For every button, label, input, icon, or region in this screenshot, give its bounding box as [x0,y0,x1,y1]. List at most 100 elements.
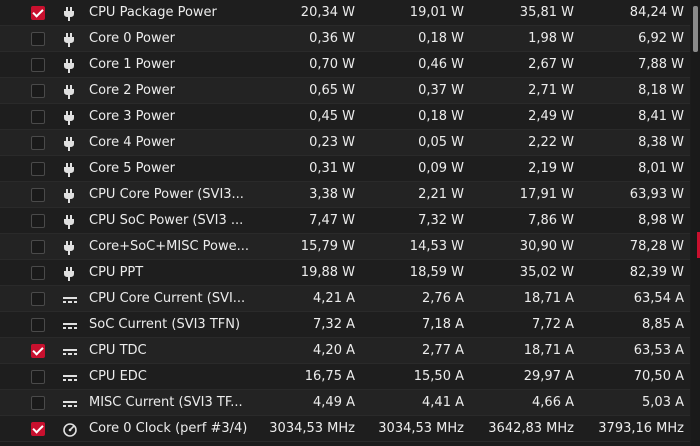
sensor-row[interactable]: Core 5 Power 0,31 W 0,09 W 2,19 W 8,01 W [0,156,690,182]
sensor-label: CPU TDC [89,343,147,358]
row-checkbox[interactable] [31,370,45,384]
sensor-table: CPU Package Power 20,34 W 19,01 W 35,81 W 84… [0,0,690,446]
sensor-label: Core 2 Power [89,83,175,98]
sensor-row[interactable]: CPU Core Power (SVI3... 3,38 W 2,21 W 17,91… [0,182,690,208]
sensor-label: SoC Current (SVI3 TFN) [89,317,241,332]
dc-current-icon [62,344,78,358]
current-value: 0,31 W [309,161,355,176]
power-plug-icon [62,266,78,281]
sensor-label: CPU Core Power (SVI3... [89,187,244,202]
power-plug-icon [62,214,78,229]
sensor-label: Core 1 Power [89,57,175,72]
scrollbar-thumb[interactable] [693,6,698,52]
minimum-value: 7,32 W [418,213,464,228]
row-checkbox[interactable] [31,32,45,46]
row-checkbox[interactable] [31,58,45,72]
current-value: 15,79 W [300,239,355,254]
average-value: 2,71 W [528,83,574,98]
sensor-label: CPU SoC Power (SVI3 ... [89,213,244,228]
minimum-value: 3034,53 MHz [378,421,464,436]
minimum-value: 2,21 W [418,187,464,202]
sensor-label: CPU Core Current (SVI... [89,291,246,306]
row-checkbox[interactable] [31,214,45,228]
sensor-row[interactable]: Core 2 Power 0,65 W 0,37 W 2,71 W 8,18 W [0,78,690,104]
minimum-value: 18,59 W [409,265,464,280]
row-checkbox[interactable] [31,6,45,20]
minimum-value: 0,37 W [418,83,464,98]
sensor-label: CPU Package Power [89,5,217,20]
sensor-row[interactable]: MISC Current (SVI3 TF... 4,49 A 4,41 A 4,66… [0,390,690,416]
row-checkbox[interactable] [31,318,45,332]
vertical-scrollbar[interactable] [691,0,700,446]
maximum-value: 8,85 A [642,317,684,332]
row-checkbox[interactable] [31,162,45,176]
sensor-row[interactable]: Core 0 Clock (perf #3/4) 3034,53 MHz 3034,… [0,416,690,442]
average-value: 35,81 W [519,5,574,20]
dc-current-icon [62,396,78,410]
sensor-label: Core 0 Clock (perf #3/4) [89,421,248,436]
dc-current-icon [62,292,78,306]
sensor-row[interactable]: CPU Core Current (SVI... 4,21 A 2,76 A 18,7… [0,286,690,312]
minimum-value: 15,50 A [413,369,464,384]
power-plug-icon [62,188,78,203]
row-checkbox[interactable] [31,344,45,358]
average-value: 18,71 A [523,343,574,358]
row-checkbox[interactable] [31,110,45,124]
sensor-label: Core 0 Power [89,31,175,46]
row-checkbox[interactable] [31,396,45,410]
current-value: 0,70 W [309,57,355,72]
row-checkbox[interactable] [31,422,45,436]
sensor-row[interactable]: CPU TDC 4,20 A 2,77 A 18,71 A 63,53 A [0,338,690,364]
sensor-row[interactable]: CPU SoC Power (SVI3 ... 7,47 W 7,32 W 7,86 … [0,208,690,234]
sensor-row[interactable]: CPU PPT 19,88 W 18,59 W 35,02 W 82,39 W [0,260,690,286]
maximum-value: 63,53 A [633,343,684,358]
maximum-value: 3793,16 MHz [598,421,684,436]
current-value: 0,36 W [309,31,355,46]
minimum-value: 7,18 A [422,317,464,332]
sensor-row[interactable]: Core 1 Power 0,70 W 0,46 W 2,67 W 7,88 W [0,52,690,78]
power-plug-icon [62,136,78,151]
maximum-value: 6,92 W [638,31,684,46]
maximum-value: 8,18 W [638,83,684,98]
sensor-row[interactable]: Core 0 Power 0,36 W 0,18 W 1,98 W 6,92 W [0,26,690,52]
sensor-row[interactable]: CPU EDC 16,75 A 15,50 A 29,97 A 70,50 A [0,364,690,390]
row-checkbox[interactable] [31,240,45,254]
sensor-label: Core 4 Power [89,135,175,150]
minimum-value: 0,09 W [418,161,464,176]
minimum-value: 0,18 W [418,31,464,46]
power-plug-icon [62,240,78,255]
current-value: 3,38 W [309,187,355,202]
maximum-value: 8,38 W [638,135,684,150]
maximum-value: 63,54 A [633,291,684,306]
average-value: 2,67 W [528,57,574,72]
sensor-label: CPU PPT [89,265,144,280]
sensor-label: MISC Current (SVI3 TF... [89,395,243,410]
minimum-value: 2,76 A [422,291,464,306]
maximum-value: 8,98 W [638,213,684,228]
sensor-row[interactable]: Core+SoC+MISC Powe... 15,79 W 14,53 W 30,90… [0,234,690,260]
minimum-value: 0,18 W [418,109,464,124]
current-value: 7,32 A [313,317,355,332]
dc-current-icon [62,370,78,384]
current-value: 4,49 A [313,395,355,410]
current-value: 0,45 W [309,109,355,124]
row-checkbox[interactable] [31,292,45,306]
power-plug-icon [62,84,78,99]
sensor-row[interactable]: Core 4 Power 0,23 W 0,05 W 2,22 W 8,38 W [0,130,690,156]
power-plug-icon [62,32,78,47]
row-checkbox[interactable] [31,266,45,280]
average-value: 2,49 W [528,109,574,124]
sensor-row[interactable]: Core 3 Power 0,45 W 0,18 W 2,49 W 8,41 W [0,104,690,130]
average-value: 30,90 W [519,239,574,254]
row-checkbox[interactable] [31,188,45,202]
current-value: 16,75 A [304,369,355,384]
maximum-value: 70,50 A [633,369,684,384]
maximum-value: 5,03 A [642,395,684,410]
sensor-row[interactable]: CPU Package Power 20,34 W 19,01 W 35,81 W 84… [0,0,690,26]
minimum-value: 0,46 W [418,57,464,72]
sensor-label: Core 5 Power [89,161,175,176]
sensor-label: CPU EDC [89,369,147,384]
row-checkbox[interactable] [31,136,45,150]
sensor-row[interactable]: SoC Current (SVI3 TFN) 7,32 A 7,18 A 7,72 A… [0,312,690,338]
row-checkbox[interactable] [31,84,45,98]
